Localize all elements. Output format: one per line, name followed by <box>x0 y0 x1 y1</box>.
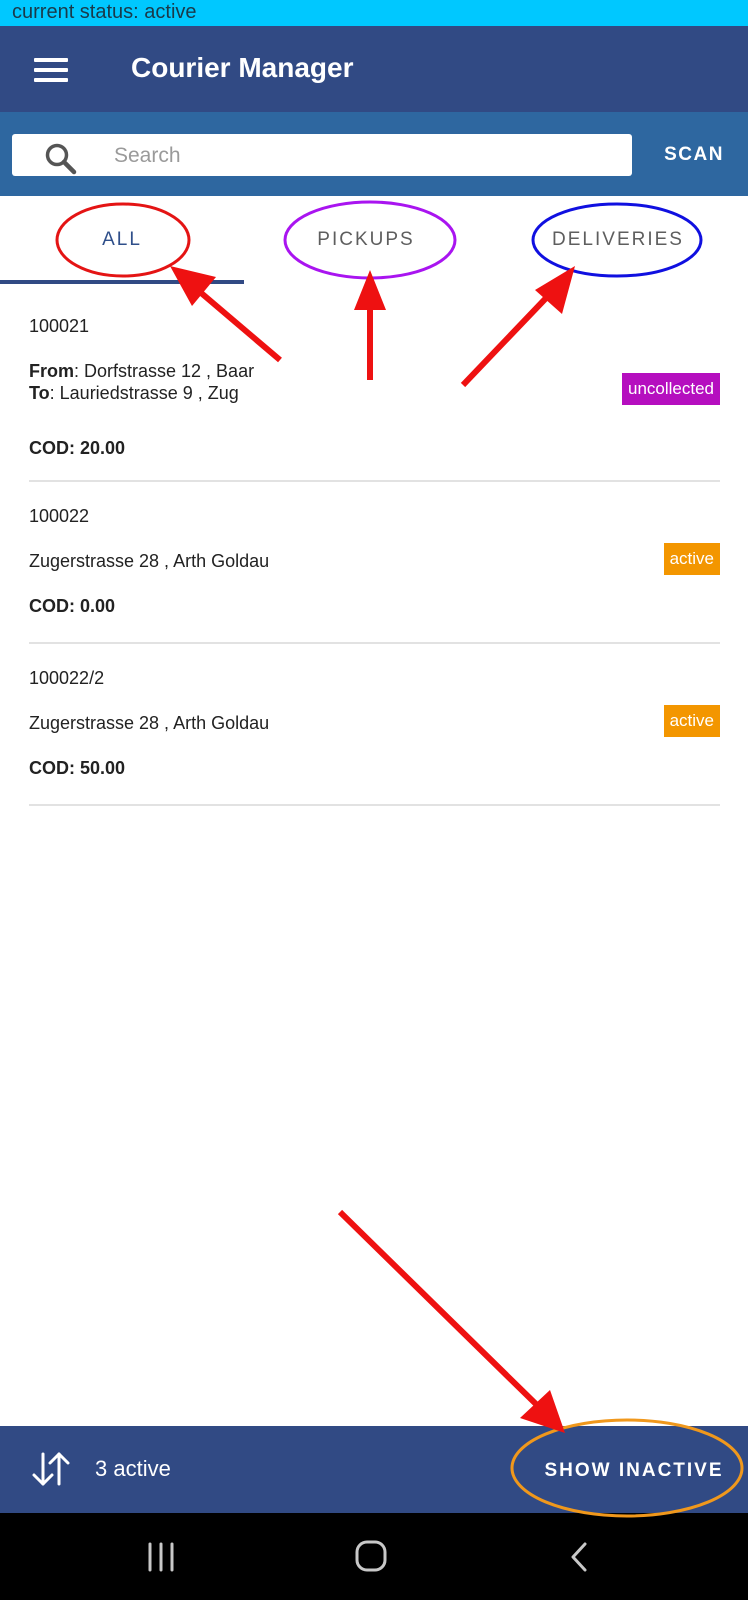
status-badge: active <box>663 543 720 575</box>
back-icon[interactable] <box>568 1541 590 1573</box>
cod-amount: COD: 20.00 <box>29 438 126 458</box>
to-label: To <box>29 383 50 403</box>
status-badge: uncollected <box>621 373 720 405</box>
scan-button[interactable]: SCAN <box>648 136 740 174</box>
app-title: Courier Manager <box>131 52 354 83</box>
system-nav-bar <box>0 1513 748 1600</box>
tab-deliveries[interactable]: DELIVERIES <box>496 196 740 284</box>
address: Zugerstrasse 28 , Arth Goldau <box>29 551 270 571</box>
active-count: 3 active <box>95 1456 171 1481</box>
home-icon[interactable] <box>354 1539 388 1573</box>
tab-pickups[interactable]: PICKUPS <box>244 196 488 284</box>
tab-all[interactable]: ALL <box>0 196 244 284</box>
from-label: From <box>29 361 74 381</box>
tab-bar: ALL PICKUPS DELIVERIES <box>0 196 748 284</box>
recent-apps-icon[interactable] <box>146 1541 176 1573</box>
search-input[interactable] <box>112 134 616 178</box>
show-inactive-button[interactable]: SHOW INACTIVE <box>534 1454 734 1488</box>
to-address: : Lauriedstrasse 9 , Zug <box>49 383 239 403</box>
shipment-list: 100021 From: Dorfstrasse 12 , Baar To: L… <box>0 284 748 806</box>
current-status-strip: current status: active <box>0 0 748 26</box>
status-badge: active <box>663 705 720 737</box>
cod-amount: COD: 0.00 <box>29 596 116 616</box>
menu-icon[interactable] <box>34 58 68 82</box>
sort-icon[interactable] <box>30 1450 72 1488</box>
shipment-id: 100021 <box>29 316 90 336</box>
bottom-bar: 3 active SHOW INACTIVE <box>0 1426 748 1513</box>
route-addresses: From: Dorfstrasse 12 , Baar To: Laurieds… <box>29 360 254 404</box>
app-bar: Courier Manager <box>0 26 748 112</box>
search-box[interactable] <box>12 134 632 178</box>
arrow-to-show-inactive <box>337 1209 565 1433</box>
list-item[interactable]: 100022/2 Zugerstrasse 28 , Arth Goldau C… <box>29 644 720 806</box>
search-bar: SCAN <box>0 112 748 196</box>
shipment-id: 100022 <box>29 506 90 526</box>
shipment-id: 100022/2 <box>29 668 105 688</box>
address: Zugerstrasse 28 , Arth Goldau <box>29 713 270 733</box>
cod-amount: COD: 50.00 <box>29 758 126 778</box>
search-icon <box>45 143 77 175</box>
list-item[interactable]: 100021 From: Dorfstrasse 12 , Baar To: L… <box>29 284 720 482</box>
from-address: : Dorfstrasse 12 , Baar <box>74 361 255 381</box>
list-item[interactable]: 100022 Zugerstrasse 28 , Arth Goldau COD… <box>29 482 720 644</box>
